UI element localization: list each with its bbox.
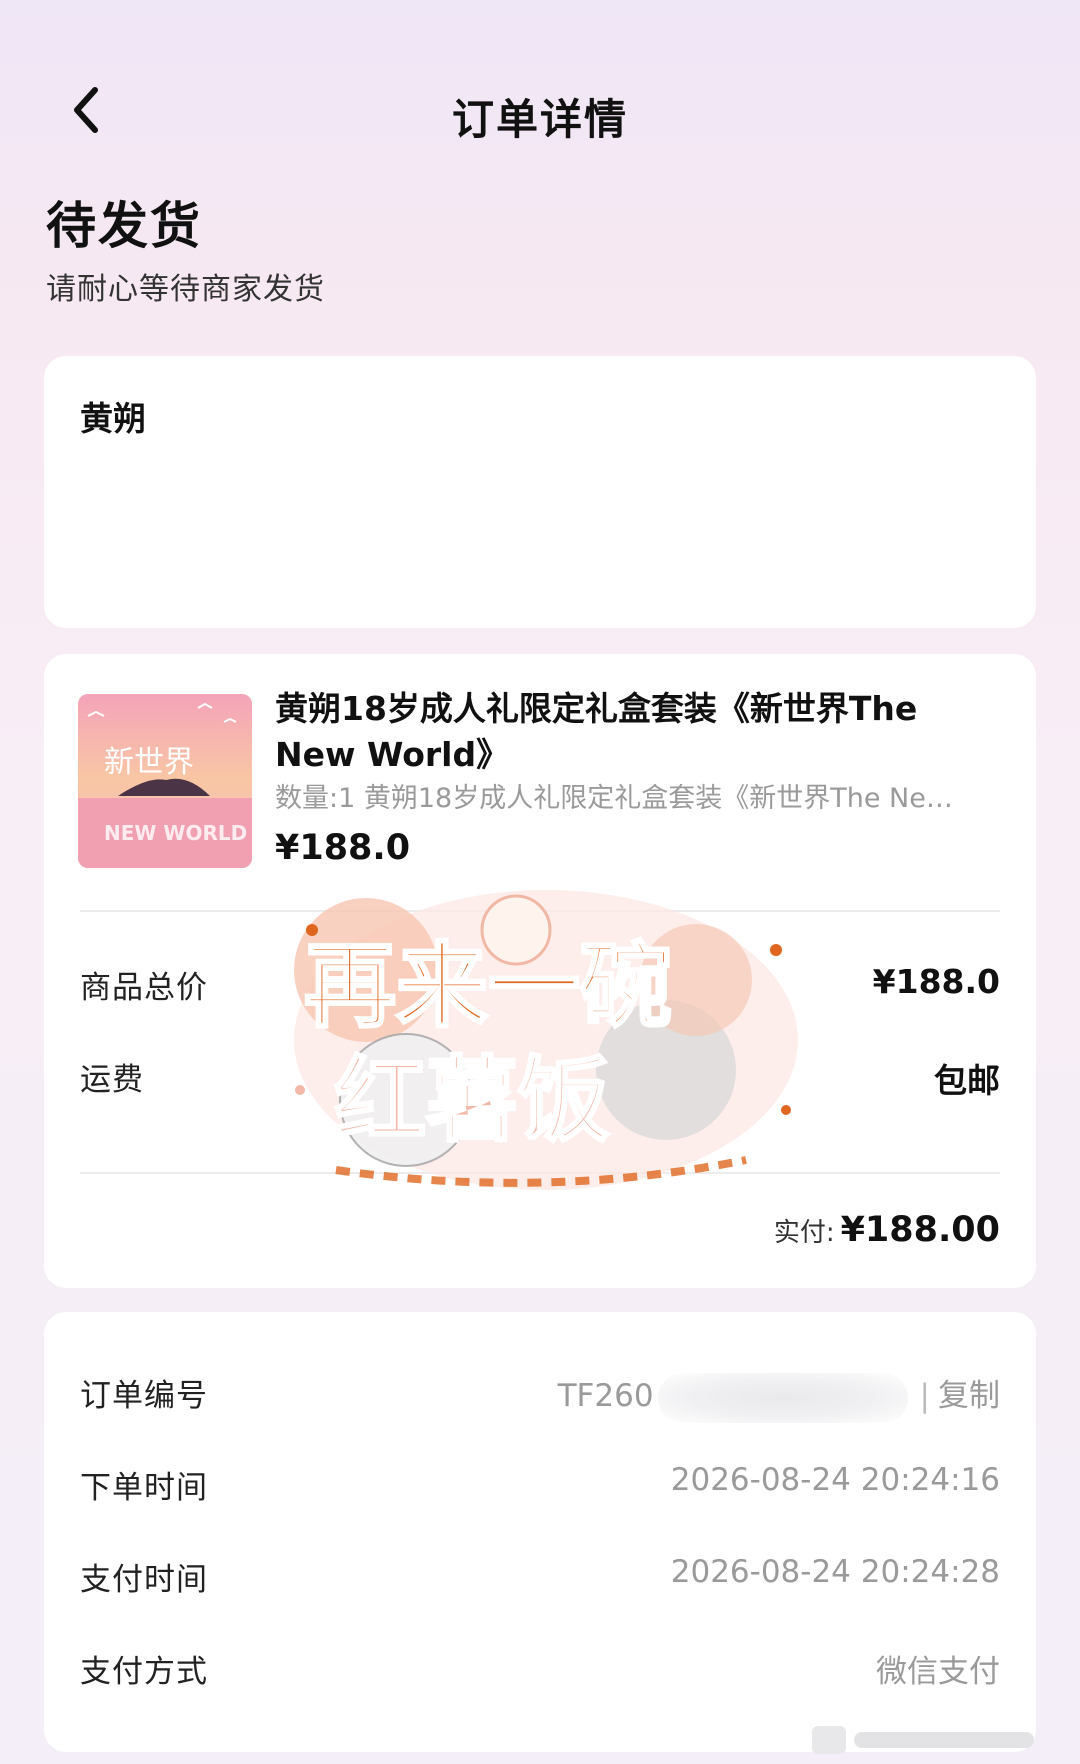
pay-time-value: 2026-08-24 20:24:28	[670, 1554, 1000, 1590]
order-number-value: TF260 | 复制	[558, 1370, 1000, 1423]
subtotal-value: ¥188.0	[872, 962, 1000, 1001]
nav-bar: 订单详情	[0, 60, 1080, 160]
order-number-row: 订单编号 TF260 | 复制	[80, 1366, 1000, 1423]
divider	[80, 910, 1000, 912]
order-status-title: 待发货	[46, 197, 202, 255]
paid-value: ¥188.00	[840, 1210, 1000, 1250]
pay-time-row: 支付时间 2026-08-24 20:24:28	[80, 1550, 1000, 1600]
watermark	[810, 1720, 1040, 1760]
product-thumbnail[interactable]: 新世界 NEW WORLD	[78, 694, 252, 868]
watermark-graphic	[812, 1726, 1034, 1754]
order-status-subtitle: 请耐心等待商家发货	[46, 272, 325, 307]
recipient-name: 黄朔	[80, 399, 146, 438]
cover-title-text: 新世界	[104, 745, 194, 780]
cover-subtitle-text: NEW WORLD	[104, 821, 247, 845]
paid-label: 实付:	[773, 1218, 835, 1248]
shipping-value: 包邮	[934, 1061, 1000, 1100]
order-number-label: 订单编号	[80, 1378, 208, 1414]
pay-method-label: 支付方式	[80, 1654, 208, 1690]
pay-method-value: 微信支付	[876, 1654, 1000, 1690]
product-price: ¥188.0	[275, 828, 411, 868]
order-number-prefix: TF260	[557, 1378, 654, 1414]
separator: |	[919, 1378, 930, 1414]
order-time-value: 2026-08-24 20:24:16	[670, 1462, 1000, 1498]
subtotal-label: 商品总价	[80, 970, 208, 1006]
amount-paid: 实付: ¥188.00	[774, 1210, 1000, 1250]
product-cover-image: 新世界 NEW WORLD	[78, 694, 252, 868]
pay-method-row: 支付方式 微信支付	[80, 1642, 1000, 1692]
product-spec: 数量:1 黄朔18岁成人礼限定礼盒套装《新世界The Ne…	[275, 783, 953, 814]
order-time-row: 下单时间 2026-08-24 20:24:16	[80, 1458, 1000, 1508]
shipping-label: 运费	[80, 1062, 144, 1098]
order-info-card: 订单编号 TF260 | 复制 下单时间 2026-08-24 20:24:16 支…	[44, 1312, 1036, 1752]
product-title[interactable]: 黄朔18岁成人礼限定礼盒套装《新世界The New World》	[275, 686, 975, 778]
copy-button[interactable]: 复制	[938, 1378, 1000, 1414]
order-time-label: 下单时间	[80, 1470, 208, 1506]
address-card: 黄朔	[44, 356, 1036, 628]
divider	[80, 1172, 1000, 1174]
product-card: 新世界 NEW WORLD 黄朔18岁成人礼限定礼盒套装《新世界The New …	[44, 654, 1036, 1288]
pay-time-label: 支付时间	[80, 1562, 208, 1598]
page-title: 订单详情	[451, 95, 628, 144]
redacted-mask	[657, 1372, 908, 1423]
